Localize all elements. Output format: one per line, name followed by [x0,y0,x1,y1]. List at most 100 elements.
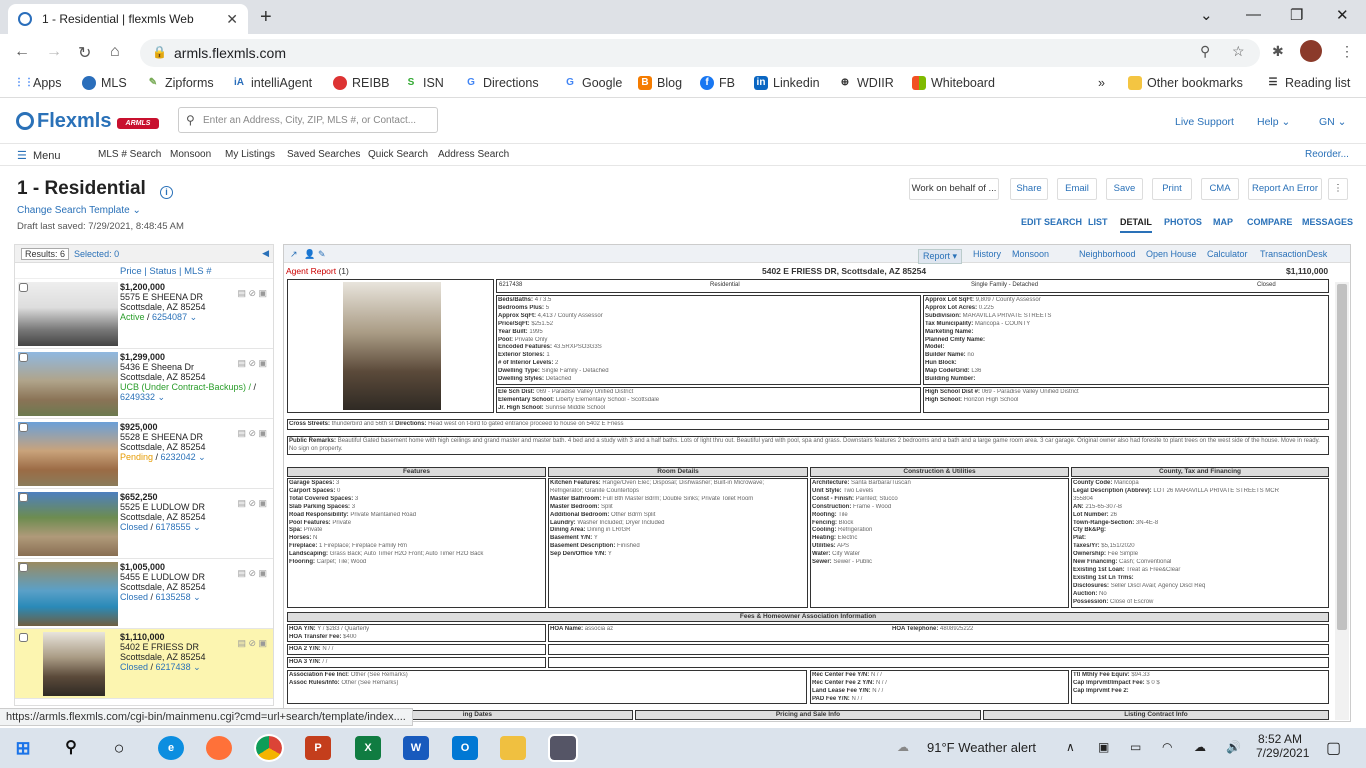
contact-icon[interactable]: 👤 [304,249,315,260]
result-action-icons[interactable]: ▤ ⊘ ▣ [237,498,267,509]
excel-icon[interactable]: X [355,736,381,760]
work-on-behalf-button[interactable]: Work on behalf of ... [909,178,999,200]
profile-dropdown-icon[interactable]: ⌄ [1200,6,1213,24]
tray-expand-icon[interactable]: ∧ [1066,740,1075,754]
detail-scrollbar[interactable] [1335,282,1349,720]
weather-icon[interactable]: ☁ [897,740,909,754]
bookmark-fb[interactable]: f FB [700,76,735,90]
menu-quick-search[interactable]: Quick Search [368,149,428,160]
result-photo[interactable] [18,562,118,626]
close-window-icon[interactable]: ✕ [1336,6,1349,24]
open-house-link[interactable]: Open House [1146,249,1197,259]
result-mls-link[interactable]: 6217438 [156,662,191,672]
neighborhood-link[interactable]: Neighborhood [1079,249,1136,259]
file-explorer-icon[interactable] [500,736,526,760]
reorder-link[interactable]: Reorder... [1305,149,1349,160]
result-action-icons[interactable]: ▤ ⊘ ▣ [237,288,267,299]
bookmark-isn[interactable]: S ISN [404,76,444,90]
bookmark-reibb[interactable]: REIBB [333,76,390,90]
tab-photos[interactable]: PHOTOS [1164,217,1202,227]
result-mls-link[interactable]: 6249332 [120,392,155,402]
windows-start-icon[interactable]: ⊞ [10,736,36,760]
tab-compare[interactable]: COMPARE [1247,217,1292,227]
edit-icon[interactable]: ✎ [318,249,326,260]
app-icon[interactable] [548,734,578,762]
result-mls-link[interactable]: 6178555 [156,522,191,532]
global-search-input[interactable]: ⚲ Enter an Address, City, ZIP, MLS #, or… [178,107,438,133]
onedrive-icon[interactable]: ☁ [1194,740,1206,754]
chrome-icon[interactable] [254,734,284,762]
result-item[interactable]: $1,200,000 5575 E SHEENA DR Scottsdale, AZ… [15,279,273,349]
volume-icon[interactable]: 🔊 [1226,740,1241,754]
sort-links[interactable]: Price | Status | MLS # [15,263,273,279]
result-item[interactable]: $1,299,000 5436 E Sheena Dr Scottsdale, AZ… [15,349,273,419]
result-checkbox[interactable] [19,563,28,572]
reading-list[interactable]: ☰ Reading list [1266,76,1351,90]
bookmark-linkedin[interactable]: in Linkedin [754,76,820,90]
live-support-link[interactable]: Live Support [1175,116,1234,128]
bookmark-intelliagent[interactable]: iA intelliAgent [232,76,312,90]
info-icon[interactable]: i [160,186,173,199]
user-menu[interactable]: GN ⌄ [1319,116,1346,128]
save-button[interactable]: Save [1106,178,1143,200]
reload-icon[interactable]: ↻ [78,43,91,63]
result-photo[interactable] [18,352,118,416]
result-action-icons[interactable]: ▤ ⊘ ▣ [237,358,267,369]
restore-icon[interactable]: ❐ [1290,6,1303,24]
scrollbar-thumb[interactable] [1337,284,1347,630]
browser-tab[interactable]: 1 - Residential | flexmls Web ✕ [8,4,248,34]
powerpoint-icon[interactable]: P [305,736,331,760]
back-icon[interactable]: ← [14,43,30,61]
email-button[interactable]: Email [1057,178,1097,200]
result-mls-link[interactable]: 6135258 [156,592,191,602]
tab-edit-search[interactable]: EDIT SEARCH [1021,217,1082,227]
tab-messages[interactable]: MESSAGES [1302,217,1353,227]
menu-mls-search[interactable]: MLS # Search [98,149,161,160]
result-mls-link[interactable]: 6254087 [152,312,187,322]
result-item[interactable]: $652,250 5525 E LUDLOW DR Scottsdale, AZ 8… [15,489,273,559]
transactiondesk-link[interactable]: TransactionDesk [1260,249,1327,259]
tab-map[interactable]: MAP [1213,217,1233,227]
profile-avatar[interactable] [1300,40,1322,62]
word-icon[interactable]: W [403,736,429,760]
search-taskbar-icon[interactable]: ⚲ [58,736,84,760]
outlook-icon[interactable]: O [452,736,478,760]
bookmarks-overflow[interactable]: » [1098,76,1105,90]
address-bar[interactable]: 🔒 armls.flexmls.com [140,39,1260,67]
result-action-icons[interactable]: ▤ ⊘ ▣ [237,638,267,649]
calculator-link[interactable]: Calculator [1207,249,1248,259]
minimize-icon[interactable]: — [1246,6,1261,23]
bookmark-star-icon[interactable]: ☆ [1232,43,1245,60]
result-photo[interactable] [18,282,118,346]
result-checkbox[interactable] [19,423,28,432]
result-checkbox[interactable] [19,353,28,362]
bookmark-blog[interactable]: B Blog [638,76,682,90]
report-error-button[interactable]: Report An Error [1248,178,1322,200]
bookmark-wdiir[interactable]: ⊕ WDIIR [838,76,894,90]
monsoon-link[interactable]: Monsoon [1012,249,1049,259]
selected-count[interactable]: Selected: 0 [74,249,119,259]
result-mls-link[interactable]: 6232042 [161,452,196,462]
help-menu[interactable]: Help ⌄ [1257,116,1290,128]
notifications-icon[interactable]: ▢ [1326,738,1341,758]
bookmark-mls[interactable]: MLS [82,76,127,90]
bookmark-whiteboard[interactable]: Whiteboard [912,76,995,90]
share-button[interactable]: Share [1010,178,1048,200]
result-photo[interactable] [18,492,118,556]
wifi-icon[interactable]: ◠ [1162,740,1172,754]
browser-menu-icon[interactable]: ⋮ [1340,43,1354,60]
flexmls-logo[interactable]: Flexmls [16,110,111,133]
menu-saved-searches[interactable]: Saved Searches [287,149,360,160]
battery-icon[interactable]: ▭ [1130,740,1141,754]
tray-app-icon[interactable]: ▣ [1098,740,1109,754]
tab-detail[interactable]: DETAIL [1120,217,1152,233]
menu-my-listings[interactable]: My Listings [225,149,275,160]
result-photo[interactable] [18,422,118,486]
cma-button[interactable]: CMA [1201,178,1239,200]
result-checkbox[interactable] [19,633,28,642]
clock[interactable]: 8:52 AM 7/29/2021 [1256,732,1309,760]
more-actions-icon[interactable]: ⋮ [1328,178,1348,200]
other-bookmarks[interactable]: Other bookmarks [1128,76,1243,90]
history-link[interactable]: History [973,249,1001,259]
extensions-icon[interactable]: ✱ [1272,43,1284,60]
